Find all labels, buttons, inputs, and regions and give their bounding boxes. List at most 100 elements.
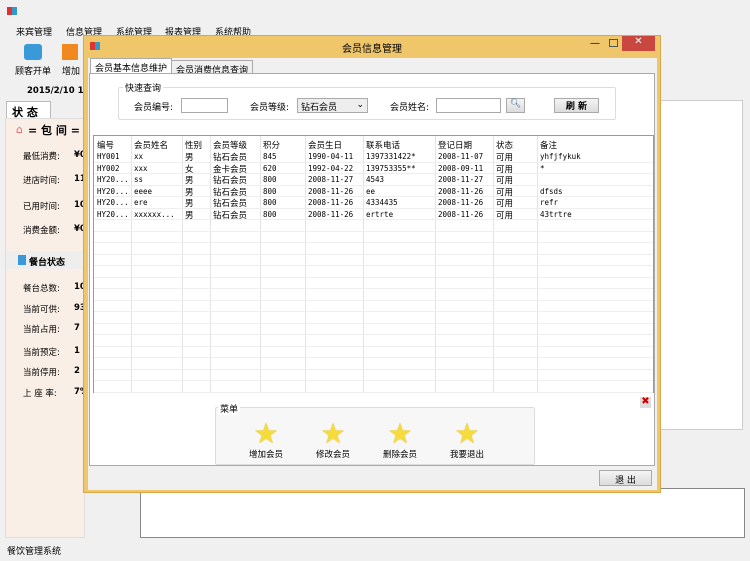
close-button[interactable]: ✕ [622,36,655,51]
quick-search-title: 快速查询 [123,81,164,94]
menu-guest[interactable]: 来宾管理 [16,25,52,38]
table-cell: 金卡会员 [213,164,248,175]
room-label: 进店时间: [23,176,60,186]
table-cell: 845 [263,152,277,161]
table-cell: 钻石会员 [213,199,248,209]
table-cell: 4543 [366,175,385,184]
table-cell: ee [366,186,376,196]
column-header[interactable]: 备注 [540,139,557,151]
table-cell: 可用 [496,210,514,221]
status-panel: ⌂ = 包 间 = 最低消费: ¥0 进店时间: 11: 已用时间: 10 消费金额:… [5,118,92,538]
minimize-button[interactable]: — [590,38,600,49]
table-cell: 可用 [496,176,514,186]
delete-member-button[interactable]: ★ 删除会员 [383,417,417,461]
table-row [94,289,653,301]
column-header[interactable]: 编号 [97,139,114,151]
table-cell: 2008-11-26 [308,186,354,196]
table-row [94,232,653,243]
table-cell: 2008-09-11 [438,163,484,173]
member-level-select[interactable]: 钻石会员 ⌄ [297,98,368,113]
bottom-grid [140,488,745,538]
table-label: 餐台总数: [23,284,60,294]
tab-consumption[interactable]: 会员消费信息查询 [171,60,254,76]
member-id-input[interactable] [181,98,228,113]
column-header[interactable]: 会员生日 [308,139,342,151]
table-row [94,278,653,289]
table-cell: 2008-11-07 [438,152,484,161]
table-row[interactable]: HY001 xx 男 钻石会员 845 1990-04-11 1397331422* 2008… [94,151,653,163]
column-header[interactable]: 性别 [185,139,202,151]
table-cell: 2008-11-26 [438,198,484,207]
table-row [94,335,653,347]
column-header[interactable]: 联系电话 [366,139,400,151]
table-row[interactable]: HY20... xxxxxx... 男 钻石会员 800 2008-11-26 ertrte… [94,209,653,221]
table-icon [18,255,26,265]
table-cell: 1397331422* [366,152,416,161]
table-cell: ertrte [366,209,394,219]
table-row[interactable]: HY002 xxx 女 金卡会员 620 1992-04-22 139753355** 200… [94,163,653,175]
refresh-button[interactable]: 刷 新 [554,98,599,113]
edit-member-button[interactable]: ★ 修改会员 [316,417,350,461]
member-name-input[interactable] [436,98,501,113]
table-row[interactable]: HY20... eeee 男 钻石会员 800 2008-11-26 ee 2008-11-2… [94,186,653,198]
column-header[interactable]: 登记日期 [438,139,472,151]
table-cell: dfsds [540,186,563,196]
table-row[interactable]: HY20... ss 男 钻石会员 800 2008-11-27 4543 2008-11-2… [94,174,653,186]
add-icon [62,44,78,60]
table-cell: xxx [134,163,148,173]
table-cell: ss [134,175,144,184]
add-button[interactable]: 增加 [62,44,80,77]
column-header[interactable]: 积分 [263,139,280,151]
table-row [94,347,653,358]
table-cell: 可用 [496,153,514,163]
close-red-icon[interactable]: ✖ [640,397,651,408]
status-tab[interactable]: 状 态 [6,101,51,119]
table-cell: 男 [185,176,194,186]
table-cell: 女 [185,164,194,175]
dialog-title: 会员信息管理 [342,44,402,55]
table-cell: HY002 [97,163,120,173]
table-value: 1 [74,346,80,356]
table-cell: 可用 [496,199,514,209]
add-member-button[interactable]: ★ 增加会员 [249,417,283,461]
tab-basic-info[interactable]: 会员基本信息维护 [90,58,173,74]
table-cell: refr [540,198,559,207]
table-status-header: 餐台状态 [29,258,66,268]
table-cell: 钻石会员 [213,153,248,163]
table-cell: 钻石会员 [213,176,248,186]
table-row [94,301,653,312]
search-button[interactable]: 🔍︎ [506,98,525,113]
star-icon: ★ [320,417,346,450]
column-header[interactable]: 会员姓名 [134,139,168,151]
table-cell: 2008-11-27 [308,175,354,184]
table-value: 2 [74,366,80,376]
table-row [94,220,653,232]
table-label: 上 座 率: [23,389,57,399]
table-row [94,243,653,255]
star-icon: ★ [387,417,413,450]
open-order-button[interactable]: 顾客开单 [14,44,52,77]
maximize-button[interactable] [609,39,618,47]
table-cell: 男 [185,187,194,198]
status-bar: 餐饮管理系统 [7,547,62,557]
column-header[interactable]: 会员等级 [213,139,247,151]
table-cell: eeee [134,186,153,196]
table-cell: 2008-11-27 [438,175,484,184]
table-row[interactable]: HY20... ere 男 钻石会员 800 2008-11-26 4334435 2008-… [94,197,653,209]
quit-button[interactable]: ★ 我要退出 [450,420,484,461]
exit-button[interactable]: 退 出 [599,470,652,486]
star-icon: ★ [253,417,279,450]
member-level-value: 钻石会员 [301,103,338,113]
open-order-icon [24,44,42,60]
column-header[interactable]: 状态 [496,139,513,151]
chevron-down-icon: ⌄ [356,100,364,110]
table-map-panel [655,100,743,430]
table-cell: 800 [263,186,277,196]
table-row [94,266,653,278]
table-cell: xxxxxx... [134,209,175,219]
table-cell: 男 [185,153,194,163]
table-cell: 1992-04-22 [308,163,354,173]
table-row [94,370,653,381]
member-grid[interactable]: 编号 会员姓名 性别 会员等级 积分 会员生日 联系电话 登记日期 状态 备注 HY001 xx 男钻石… [93,135,654,393]
table-label: 当前可供: [23,305,60,315]
